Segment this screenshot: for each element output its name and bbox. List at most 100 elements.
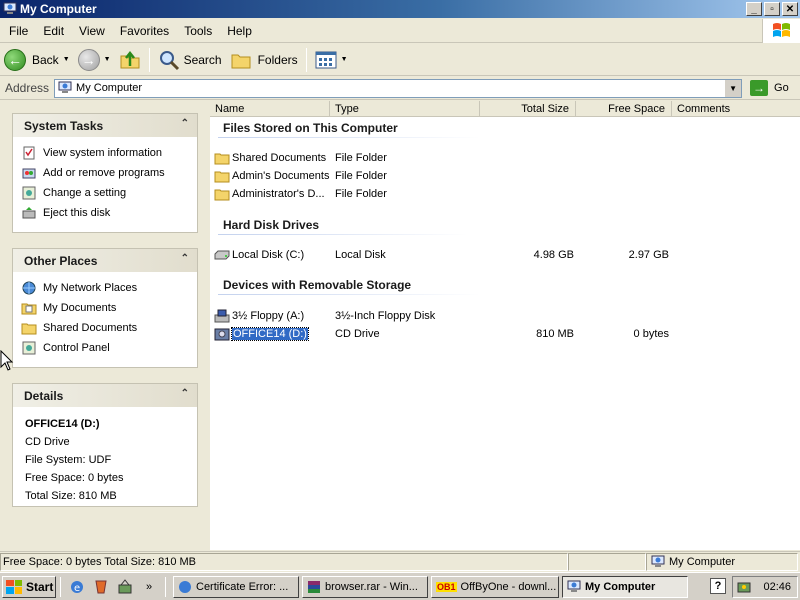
quicklaunch-tool-icon[interactable] (116, 578, 134, 596)
column-header-free-space[interactable]: Free Space (576, 101, 672, 116)
group-header: Files Stored on This Computer (223, 121, 398, 135)
tray-app-icon[interactable] (737, 580, 751, 594)
close-button[interactable]: ✕ (782, 2, 798, 16)
item-total-size: 810 MB (536, 328, 574, 340)
taskbar-button-label: browser.rar - Win... (325, 580, 418, 593)
quicklaunch-ie-icon[interactable]: e (68, 578, 86, 596)
column-header-name[interactable]: Name (210, 101, 330, 116)
menu-help[interactable]: Help (218, 24, 258, 38)
windows-logo-icon (762, 19, 800, 43)
menu-edit[interactable]: Edit (34, 24, 70, 38)
taskbar: Start e » Certificate Error: ... browser… (0, 572, 800, 600)
address-input[interactable]: My Computer ▼ (54, 78, 743, 98)
place-label: Shared Documents (43, 322, 138, 334)
menu-file[interactable]: File (0, 24, 34, 38)
taskbar-button-label: My Computer (585, 580, 656, 593)
column-header-type[interactable]: Type (330, 101, 480, 116)
chevron-down-icon[interactable]: ▼ (104, 56, 111, 63)
other-places-title: Other Places (24, 253, 98, 268)
list-item[interactable]: Local Disk (C:) Local Disk 4.98 GB 2.97 … (214, 246, 794, 264)
status-free-space: Free Space: 0 bytes Total Size: 810 MB (0, 552, 568, 571)
address-label: Address (5, 81, 50, 95)
taskbar-button-offbyone[interactable]: OB1 OffByOne - downl... (431, 575, 559, 598)
forward-button[interactable]: → ▼ (74, 46, 115, 74)
back-button[interactable]: ← Back ▼ (0, 46, 74, 74)
taskbar-button-browser-rar[interactable]: browser.rar - Win... (302, 575, 428, 598)
collapse-icon[interactable]: ⌃ (181, 118, 189, 129)
search-label: Search (183, 52, 222, 67)
my-computer-icon (58, 81, 72, 93)
place-my-network-places[interactable]: My Network Places (21, 278, 197, 298)
other-places-header[interactable]: Other Places ⌃ (13, 249, 197, 272)
list-item[interactable]: 3½ Floppy (A:) 3½-Inch Floppy Disk (214, 307, 794, 325)
place-shared-documents[interactable]: Shared Documents (21, 318, 197, 338)
place-label: Control Panel (43, 342, 110, 354)
task-change-a-setting[interactable]: Change a setting (21, 183, 197, 203)
taskbar-button-certificate-error[interactable]: Certificate Error: ... (173, 575, 299, 598)
collapse-icon[interactable]: ⌃ (181, 253, 189, 264)
start-button[interactable]: Start (2, 575, 56, 598)
search-button[interactable]: Search (154, 46, 226, 74)
minimize-button[interactable]: _ (746, 2, 762, 16)
system-tasks-header[interactable]: System Tasks ⌃ (13, 114, 197, 137)
group-divider (218, 234, 468, 235)
folder-icon (214, 169, 230, 183)
list-item[interactable]: Administrator's D... File Folder (214, 185, 794, 203)
taskbar-separator (165, 576, 166, 597)
task-view-system-information[interactable]: View system information (21, 143, 197, 163)
taskbar-button-my-computer[interactable]: My Computer (562, 575, 688, 598)
views-button[interactable]: ▼ (311, 46, 352, 74)
task-add-remove-programs[interactable]: Add or remove programs (21, 163, 197, 183)
chevron-down-icon[interactable]: ▼ (63, 56, 70, 63)
group-header: Devices with Removable Storage (223, 278, 412, 292)
list-item[interactable]: Admin's Documents File Folder (214, 167, 794, 185)
details-header[interactable]: Details ⌃ (13, 384, 197, 407)
cd-drive-icon (214, 327, 230, 341)
go-label: Go (774, 82, 789, 94)
up-button[interactable] (115, 46, 145, 74)
column-header-comments[interactable]: Comments (672, 101, 800, 116)
quicklaunch-app-icon[interactable] (92, 578, 110, 596)
task-pane: System Tasks ⌃ View system information A… (0, 101, 210, 550)
folders-button[interactable]: Folders (226, 46, 302, 74)
menu-view[interactable]: View (70, 24, 111, 38)
item-name: Admin's Documents (232, 170, 330, 182)
clock[interactable]: 02:46 (763, 581, 791, 593)
maximize-button[interactable]: ▫ (764, 2, 780, 16)
list-item[interactable]: Shared Documents File Folder (214, 149, 794, 167)
item-total-size: 4.98 GB (533, 249, 574, 261)
list-item-selected[interactable]: OFFICE14 (D:) CD Drive 810 MB 0 bytes (214, 325, 794, 343)
quicklaunch-more-icon[interactable]: » (140, 578, 158, 596)
system-tray: 02:46 (732, 576, 798, 598)
help-icon[interactable]: ? (710, 578, 726, 594)
address-dropdown-button[interactable]: ▼ (724, 79, 742, 97)
task-eject-this-disk[interactable]: Eject this disk (21, 203, 197, 223)
column-header-total-size[interactable]: Total Size (480, 101, 576, 116)
winrar-icon (308, 580, 320, 593)
status-location: My Computer (646, 552, 798, 571)
window-title: My Computer (20, 2, 97, 16)
folder-icon (21, 300, 37, 316)
mouse-cursor-icon (0, 350, 14, 371)
title-bar[interactable]: My Computer _ ▫ ✕ (0, 0, 800, 18)
task-label: Add or remove programs (43, 167, 165, 179)
status-empty-cell (568, 552, 646, 571)
column-headers: Name Type Total Size Free Space Comments (210, 101, 800, 117)
menu-tools[interactable]: Tools (175, 24, 218, 38)
chevron-down-icon[interactable]: ▼ (341, 56, 348, 63)
toolbar-separator (148, 47, 150, 72)
menu-favorites[interactable]: Favorites (111, 24, 175, 38)
system-info-icon (21, 145, 37, 161)
folder-up-icon (120, 50, 140, 68)
item-name: Local Disk (C:) (232, 249, 305, 261)
collapse-icon[interactable]: ⌃ (181, 388, 189, 399)
file-list-view[interactable]: Name Type Total Size Free Space Comments… (210, 101, 800, 550)
folder-icon (21, 320, 37, 336)
place-my-documents[interactable]: My Documents (21, 298, 197, 318)
go-button[interactable]: → Go (750, 80, 789, 96)
place-label: My Documents (43, 302, 117, 314)
item-name: Shared Documents (232, 152, 327, 164)
folders-label: Folders (257, 52, 298, 67)
place-control-panel[interactable]: Control Panel (21, 338, 197, 358)
taskbar-button-label: Certificate Error: ... (196, 580, 289, 593)
